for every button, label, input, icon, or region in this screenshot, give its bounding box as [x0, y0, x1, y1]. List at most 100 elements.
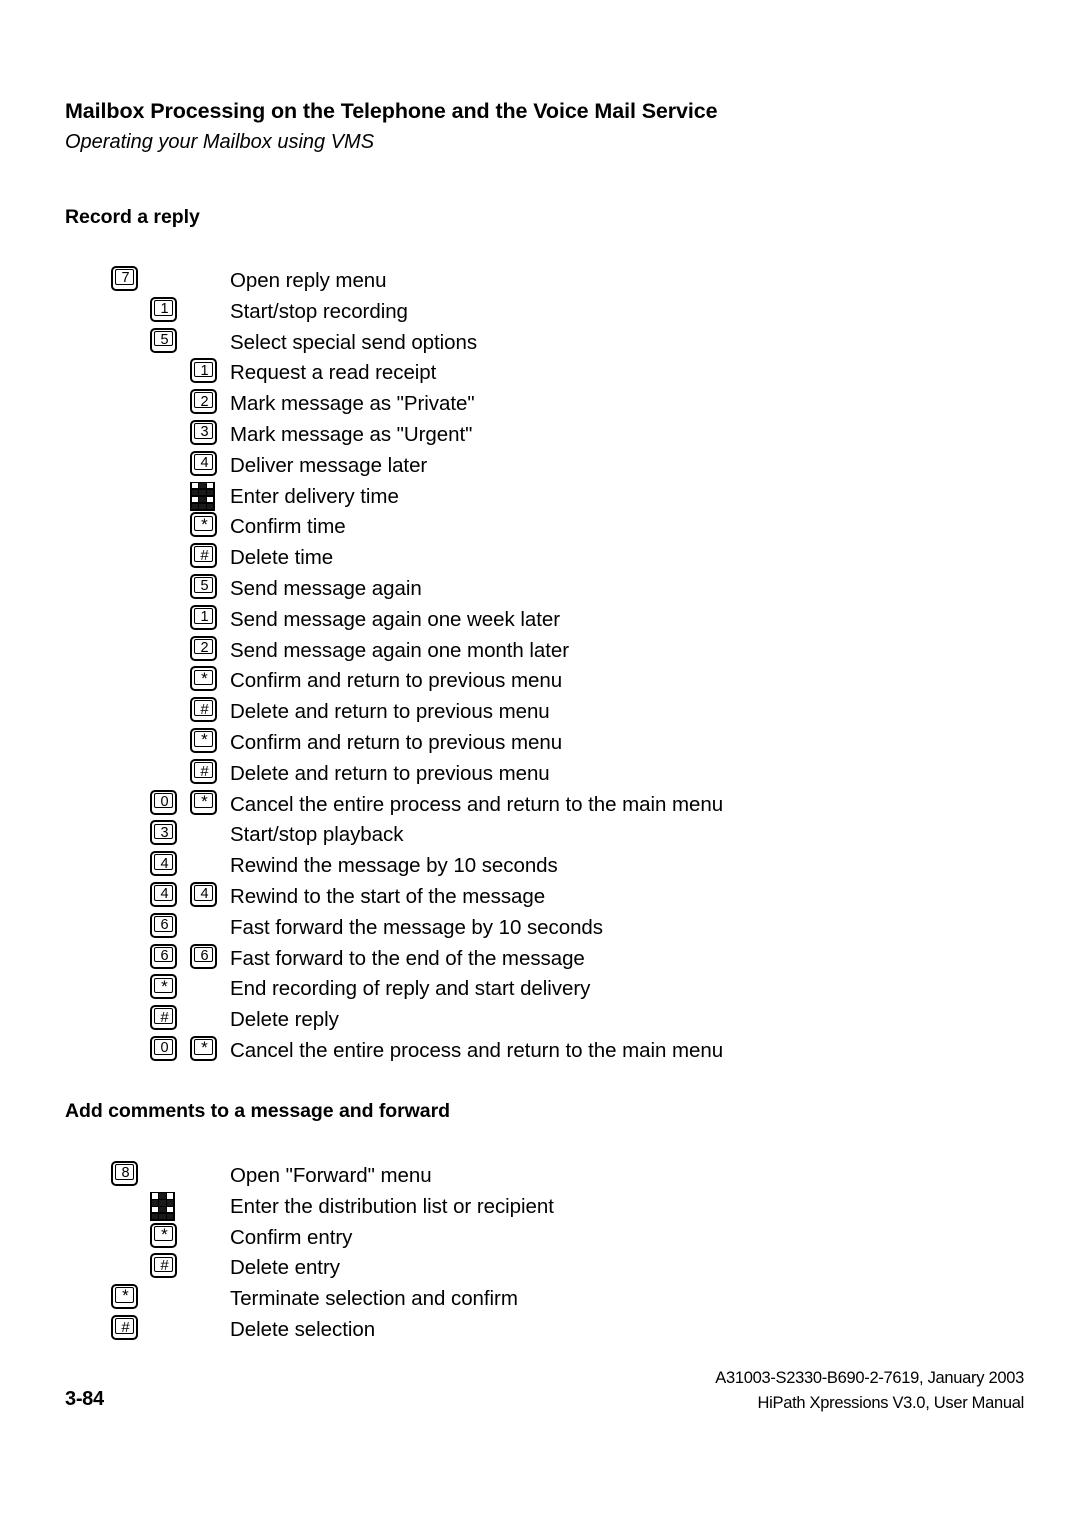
step-label: Confirm entry — [230, 1225, 353, 1249]
key-inner-face: * — [193, 730, 214, 750]
telephone-key: 8 — [111, 1161, 138, 1186]
step-label: Fast forward the message by 10 seconds — [230, 915, 603, 939]
key-glyph: * — [201, 514, 208, 534]
step-label: Cancel the entire process and return to … — [230, 792, 724, 816]
key-inner-face: 1 — [193, 361, 214, 379]
key-glyph: 3 — [160, 824, 169, 841]
footer-product: HiPath Xpressions V3.0, User Manual — [757, 1394, 1025, 1412]
key-glyph: # — [121, 1318, 130, 1336]
keypad-icon — [150, 1191, 182, 1221]
keypad-grid — [190, 481, 215, 511]
key-2-icon: 2 — [190, 389, 222, 418]
key-1-icon: 1 — [190, 604, 222, 634]
key-glyph: # — [160, 1008, 169, 1026]
key-6-icon: 6 — [190, 943, 222, 973]
step-label: Rewind to the start of the message — [230, 884, 546, 908]
key-inner-face: # — [193, 546, 214, 564]
telephone-key: 4 — [150, 881, 177, 907]
key-6-icon: 6 — [150, 912, 182, 942]
step-label: Delete entry — [230, 1256, 340, 1280]
keypad-icon — [190, 481, 222, 511]
key-inner-face: # — [114, 1318, 135, 1336]
telephone-key: 0 — [150, 789, 177, 815]
step-label: Open "Forward" menu — [230, 1164, 432, 1187]
key-0-icon: 0 — [150, 789, 182, 819]
key-inner-face: 3 — [153, 823, 174, 841]
telephone-key: 2 — [190, 635, 217, 661]
step-label: Cancel the entire process and return to … — [230, 1038, 724, 1062]
key-glyph: 1 — [200, 362, 209, 379]
key-inner-face: # — [153, 1256, 174, 1275]
key-hash-icon: # — [190, 543, 222, 572]
key-4-icon: 4 — [150, 851, 182, 880]
key-6-icon: 6 — [150, 943, 182, 973]
step-label: Enter delivery time — [230, 484, 399, 508]
key-7-icon: 7 — [111, 266, 143, 295]
key-5-icon: 5 — [190, 573, 222, 603]
key-star-icon: * — [150, 974, 182, 1003]
key-glyph: 2 — [200, 393, 209, 410]
key-inner-face: * — [193, 791, 214, 811]
telephone-key: 1 — [150, 296, 177, 322]
key-glyph: # — [160, 1257, 169, 1275]
step-label: Send message again — [230, 576, 422, 600]
step-label: Send message again one month later — [230, 638, 570, 662]
step-label: Delete and return to previous menu — [230, 761, 550, 785]
key-inner-face: 4 — [193, 453, 214, 472]
key-hash-icon: # — [190, 697, 222, 726]
step-label: Confirm and return to previous menu — [230, 730, 563, 754]
key-inner-face: * — [153, 1224, 174, 1244]
key-glyph: * — [201, 668, 208, 688]
key-inner-face: 0 — [153, 1039, 174, 1056]
telephone-key: # — [150, 1253, 177, 1279]
step-label: Open reply menu — [230, 269, 387, 292]
telephone-key: 4 — [190, 881, 217, 907]
header-subtitle: Operating your Mailbox using VMS — [65, 130, 375, 153]
key-star-icon: * — [190, 727, 222, 757]
step-label: Enter the distribution list or recipient — [230, 1194, 554, 1218]
key-glyph: * — [201, 791, 208, 811]
key-glyph: * — [161, 1224, 168, 1244]
telephone-key: # — [190, 758, 217, 784]
step-label: Request a read receipt — [230, 361, 437, 385]
key-glyph: 7 — [121, 270, 130, 287]
key-glyph: * — [201, 730, 208, 750]
key-glyph: # — [200, 546, 209, 564]
step-label: End recording of reply and start deliver… — [230, 977, 591, 1001]
section-heading-record-a-reply: Record a reply — [65, 206, 200, 228]
step-label: Mark message as "Private" — [230, 392, 475, 416]
key-star-icon: * — [190, 512, 222, 541]
key-inner-face: 4 — [153, 885, 174, 902]
step-label: Delete and return to previous menu — [230, 700, 550, 724]
telephone-key: 1 — [190, 604, 217, 630]
key-glyph: 6 — [160, 947, 169, 964]
key-glyph: * — [161, 976, 168, 996]
key-hash-icon: # — [150, 1253, 182, 1282]
key-4-icon: 4 — [190, 450, 222, 480]
telephone-key: # — [190, 543, 217, 569]
telephone-key: * — [111, 1284, 138, 1310]
telephone-key: 6 — [150, 943, 177, 969]
key-0-icon: 0 — [150, 1035, 182, 1065]
page-header: Mailbox Processing on the Telephone and … — [65, 98, 1025, 155]
key-star-icon: * — [190, 666, 222, 695]
key-glyph: 5 — [160, 331, 169, 348]
telephone-key: * — [190, 789, 217, 815]
telephone-key: 5 — [150, 327, 177, 353]
key-glyph: # — [200, 700, 209, 718]
key-inner-face: 1 — [193, 607, 214, 624]
telephone-key: 4 — [190, 450, 217, 476]
step-label: Select special send options — [230, 330, 478, 354]
telephone-key: # — [111, 1314, 138, 1340]
key-inner-face: 6 — [193, 946, 214, 963]
telephone-key: 3 — [150, 820, 177, 846]
key-star-icon: * — [150, 1222, 182, 1252]
step-label: Start/stop playback — [230, 823, 404, 847]
key-glyph: 6 — [160, 917, 169, 934]
key-2-icon: 2 — [190, 635, 222, 665]
header-title: Mailbox Processing on the Telephone and … — [65, 99, 718, 123]
step-label: Confirm time — [230, 515, 346, 539]
telephone-key: * — [150, 974, 177, 1000]
telephone-key: 6 — [150, 912, 177, 938]
key-glyph: 4 — [200, 455, 209, 472]
